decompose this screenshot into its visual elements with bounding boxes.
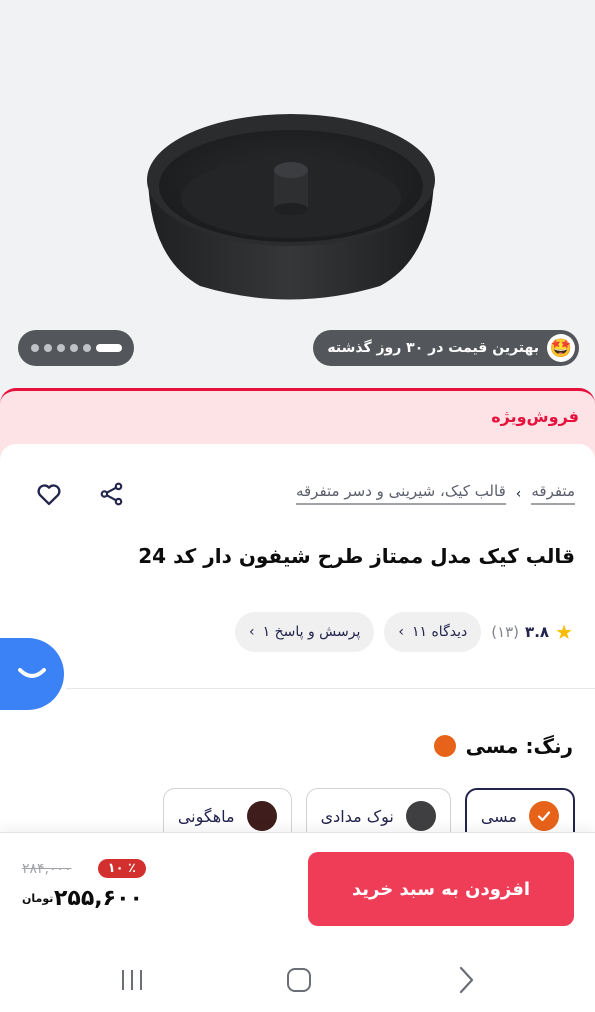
carousel-indicator	[18, 330, 134, 366]
old-price: ۲۸۴,۰۰۰	[22, 860, 72, 877]
selected-color-dot	[433, 735, 456, 757]
color-label: رنگ: مسی	[433, 734, 573, 758]
product-stats: ★ ۳.۸ (۱۳) ۱۱ دیدگاه ‹ ۱ پرسش و پاسخ ‹	[234, 612, 573, 652]
divider	[66, 688, 595, 689]
smile-icon	[18, 668, 46, 678]
check-icon	[529, 801, 559, 831]
favorite-button[interactable]	[33, 478, 65, 510]
home-button[interactable]	[281, 962, 317, 998]
chevron-left-icon: ‹	[398, 624, 404, 640]
back-button[interactable]	[448, 962, 484, 998]
carousel-dot	[56, 344, 65, 352]
breadcrumb-item[interactable]: متفرقه	[531, 482, 575, 505]
carousel-dot	[43, 344, 52, 352]
color-option-label: مسی	[480, 806, 517, 826]
final-price: ۲۵۵,۶۰۰	[54, 886, 143, 911]
color-swatch	[246, 801, 277, 831]
special-sale-title: فروش‌ویژه	[491, 407, 579, 426]
carousel-dot	[69, 344, 78, 352]
back-chevron-icon	[459, 966, 474, 994]
share-icon	[100, 482, 123, 506]
reviews-chip[interactable]: ۱۱ دیدگاه ‹	[384, 612, 482, 652]
price-box: ۲۸۴,۰۰۰ ۱۰ ٪ تومان ۲۵۵,۶۰۰	[22, 859, 146, 911]
reviews-label: ۱۱ دیدگاه	[411, 624, 468, 640]
carousel-dot	[82, 344, 91, 352]
heart-icon	[37, 484, 61, 506]
system-navigation-bar	[0, 942, 595, 1012]
color-swatch	[405, 801, 436, 831]
questions-chip[interactable]: ۱ پرسش و پاسخ ‹	[234, 612, 375, 652]
color-option-label: نوک مدادی	[320, 806, 394, 826]
chevron-left-icon: ‹	[515, 485, 522, 502]
recent-apps-icon	[122, 970, 142, 990]
rating-value: ۳.۸	[525, 623, 550, 641]
purchase-bar: افزودن به سبد خرید ۲۸۴,۰۰۰ ۱۰ ٪ تومان ۲۵…	[0, 832, 595, 942]
selected-color-text: رنگ: مسی	[465, 734, 573, 758]
rating-count: (۱۳)	[491, 623, 520, 641]
star-struck-icon: 🤩	[547, 334, 575, 362]
breadcrumb: متفرقه ‹ قالب کیک، شیرینی و دسر متفرقه	[295, 482, 575, 505]
product-title: قالب کیک مدل ممتاز طرح شیفون دار کد 24	[138, 544, 575, 568]
home-icon	[287, 968, 311, 992]
carousel-dot	[30, 344, 39, 352]
color-option-label: ماهگونی	[177, 806, 235, 826]
product-details: متفرقه ‹ قالب کیک، شیرینی و دسر متفرقه ق…	[0, 444, 595, 844]
rating: ★ ۳.۸ (۱۳)	[491, 620, 573, 644]
carousel-dot-active	[95, 344, 122, 352]
recent-apps-button[interactable]	[114, 962, 150, 998]
product-gallery[interactable]: بهترین قیمت در ۳۰ روز گذشته 🤩	[0, 0, 595, 400]
breadcrumb-item[interactable]: قالب کیک، شیرینی و دسر متفرقه	[295, 482, 506, 505]
discount-badge: ۱۰ ٪	[97, 859, 146, 878]
best-price-badge: بهترین قیمت در ۳۰ روز گذشته 🤩	[313, 330, 579, 366]
share-button[interactable]	[96, 478, 128, 510]
add-to-cart-button[interactable]: افزودن به سبد خرید	[308, 852, 574, 926]
product-image[interactable]	[140, 108, 440, 308]
assistant-button[interactable]	[0, 638, 64, 710]
star-icon: ★	[555, 620, 573, 644]
questions-label: ۱ پرسش و پاسخ	[262, 624, 361, 640]
best-price-label: بهترین قیمت در ۳۰ روز گذشته	[327, 340, 539, 356]
chevron-left-icon: ‹	[248, 624, 255, 640]
currency-label: تومان	[22, 891, 54, 905]
